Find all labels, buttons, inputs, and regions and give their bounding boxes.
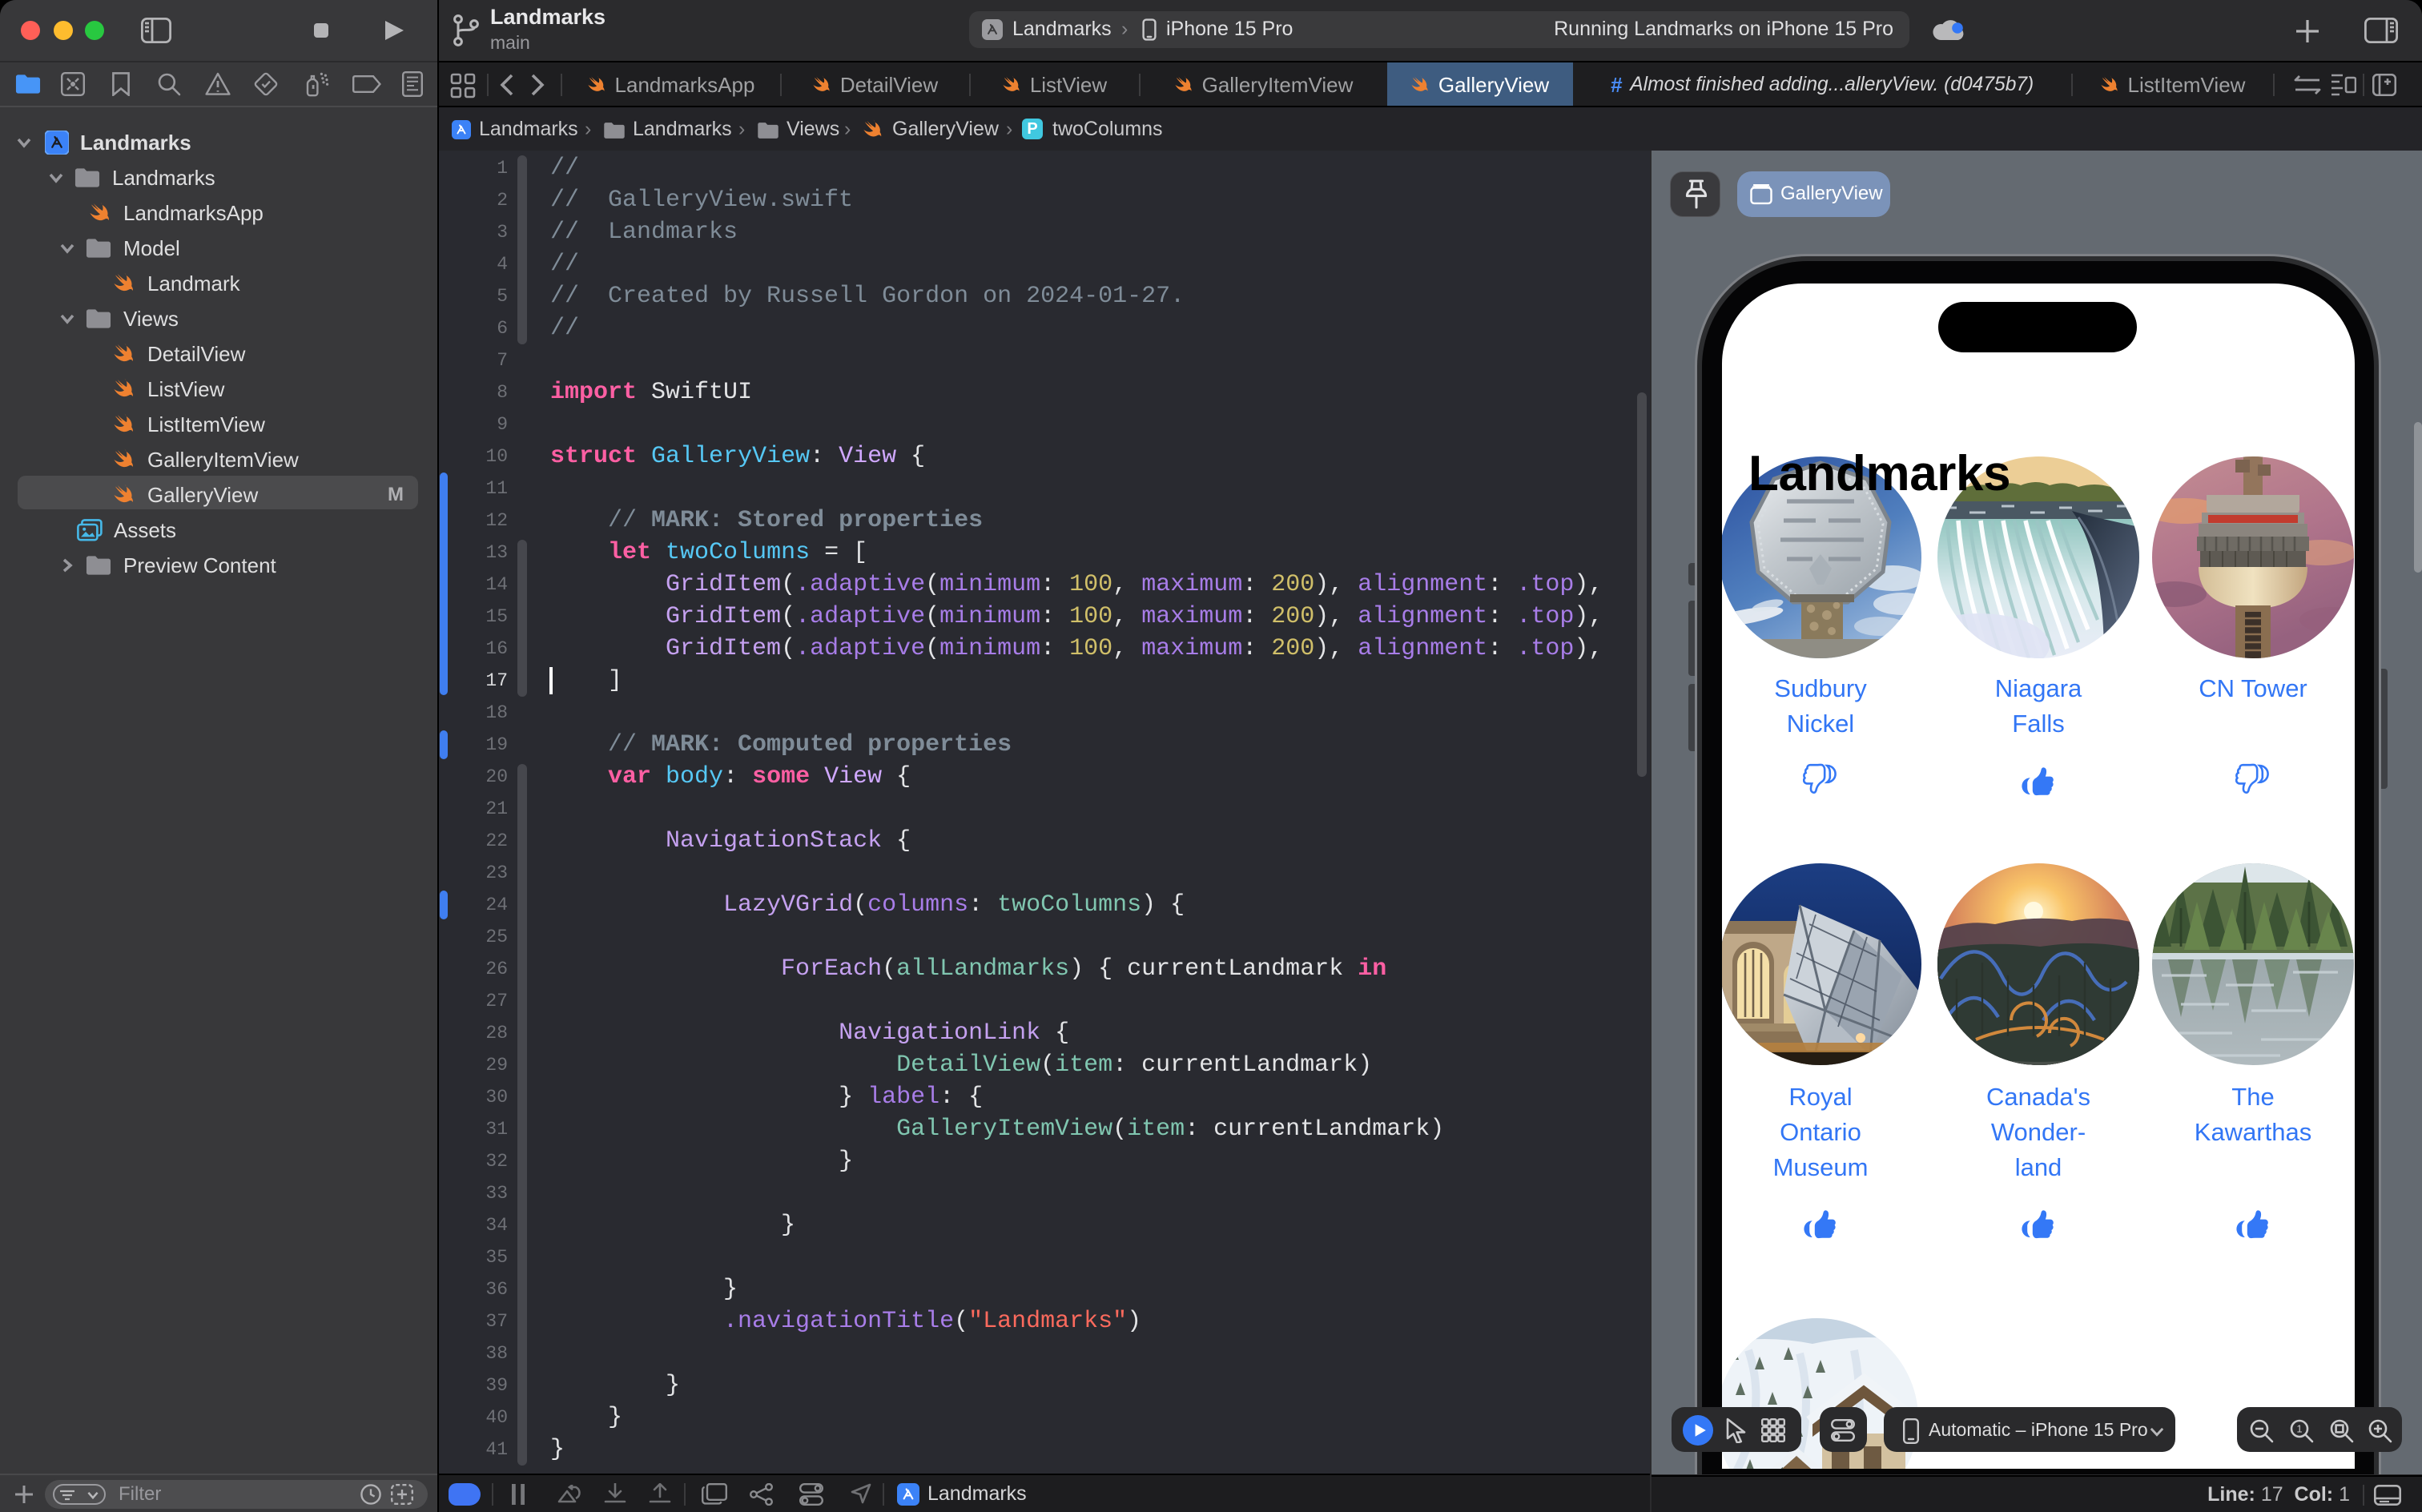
svg-text:1: 1 xyxy=(2296,1423,2302,1435)
